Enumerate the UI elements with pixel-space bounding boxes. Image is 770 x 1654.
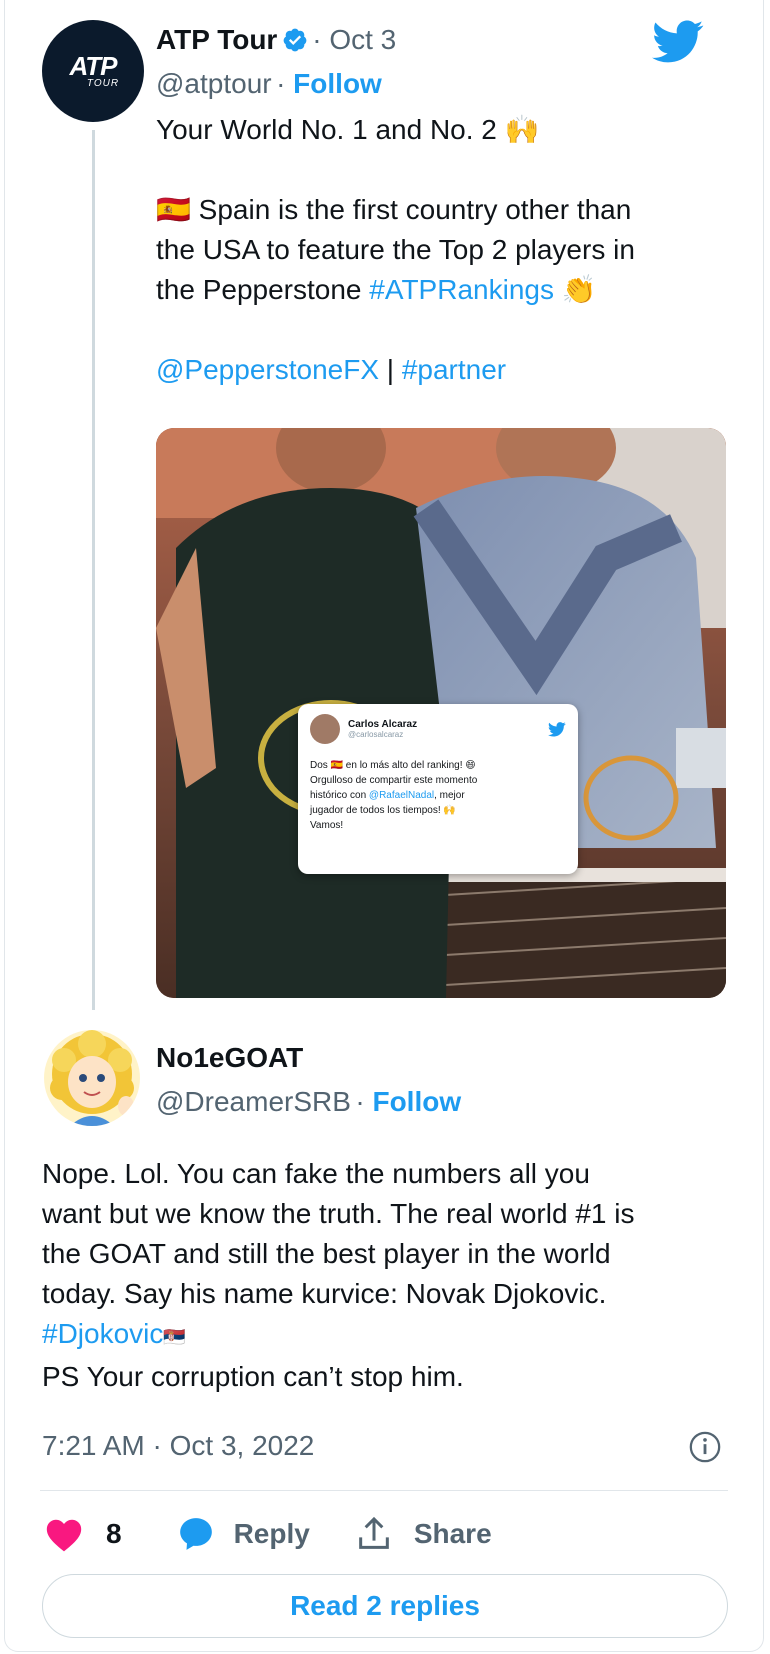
embedded-card-header: Carlos Alcaraz @carlosalcaraz <box>310 714 566 744</box>
follow-button[interactable]: Follow <box>293 68 382 99</box>
reply-bubble-icon[interactable] <box>176 1515 216 1553</box>
share-icon[interactable] <box>354 1514 394 1554</box>
reply-line: today. Say his name kurvice: Novak Djoko… <box>42 1278 607 1309</box>
tweet-header: ATP Tour · Oct 3 <box>156 24 397 55</box>
reply-hashtag-line: #Djokovic🇷🇸 <box>42 1318 186 1349</box>
divider <box>40 1490 728 1491</box>
reply-button[interactable]: Reply <box>234 1518 310 1550</box>
atp-logo-subtext: TOUR <box>86 77 120 89</box>
reply-follow-button[interactable]: Follow <box>372 1086 461 1117</box>
tweet-line-2: 🇪🇸 Spain is the first country other than <box>156 194 632 225</box>
read-replies-button[interactable]: Read 2 replies <box>42 1574 728 1638</box>
embedded-tweet-card[interactable]: Carlos Alcaraz @carlosalcaraz Dos 🇪🇸 en … <box>298 704 578 874</box>
share-button[interactable]: Share <box>414 1518 492 1550</box>
tweet-mentions: @PepperstoneFX | #partner <box>156 354 507 385</box>
tweet-body: Your World No. 1 and No. 2 🙌 🇪🇸 Spain is… <box>156 110 736 390</box>
like-count: 8 <box>106 1518 122 1549</box>
no1egoat-avatar[interactable] <box>44 1030 140 1126</box>
reply-line: the GOAT and still the best player in th… <box>42 1238 611 1269</box>
partner-hashtag-link[interactable]: #partner <box>402 354 506 385</box>
embedded-twitter-bird-icon <box>548 721 566 737</box>
embedded-author-name: Carlos Alcaraz <box>348 719 418 730</box>
reply-body: Nope. Lol. You can fake the numbers all … <box>42 1154 732 1397</box>
hashtag-link[interactable]: #ATPRankings <box>369 274 554 305</box>
embedded-card-text: Dos 🇪🇸 en lo más alto del ranking! 😄 Org… <box>310 760 478 831</box>
actions-row: 8 Reply Share <box>44 1510 604 1558</box>
tweet-line-1: Your World No. 1 and No. 2 🙌 <box>156 114 540 145</box>
reply-author-name[interactable]: No1eGOAT <box>156 1042 303 1074</box>
djokovic-hashtag-link[interactable]: #Djokovic <box>42 1318 163 1349</box>
atp-logo-text: ATP <box>69 50 117 81</box>
heart-icon[interactable] <box>44 1516 84 1552</box>
tweet-line-4: the Pepperstone #ATPRankings 👏 <box>156 274 597 305</box>
reply-handle-row: @DreamerSRB · Follow <box>156 1086 462 1117</box>
embedded-avatar <box>310 714 340 744</box>
atp-tour-avatar[interactable]: ATP TOUR <box>42 20 144 122</box>
tweet-handle-row: @atptour · Follow <box>156 68 382 99</box>
cartoon-avatar-image <box>50 1030 134 1126</box>
reply-ps-line: PS Your corruption can’t stop him. <box>42 1361 464 1392</box>
embedded-author-handle: @carlosalcaraz <box>348 730 404 739</box>
reply-line: want but we know the truth. The real wor… <box>42 1198 635 1229</box>
tweet-photo[interactable]: Carlos Alcaraz @carlosalcaraz Dos 🇪🇸 en … <box>156 428 726 998</box>
mention-link[interactable]: @PepperstoneFX <box>156 354 379 385</box>
twitter-bird-icon[interactable] <box>652 20 704 64</box>
read-replies-label: Read 2 replies <box>290 1590 480 1621</box>
info-icon[interactable] <box>688 1430 722 1464</box>
author-name[interactable]: ATP Tour <box>156 24 277 55</box>
tweet-line-3: the USA to feature the Top 2 players in <box>156 234 635 265</box>
author-handle[interactable]: @atptour <box>156 68 272 99</box>
reply-line: Nope. Lol. You can fake the numbers all … <box>42 1158 590 1189</box>
thread-connector-line <box>92 130 95 1010</box>
verified-badge-icon <box>283 28 307 52</box>
reply-author-handle[interactable]: @DreamerSRB <box>156 1086 351 1117</box>
reply-timestamp[interactable]: 7:21 AM · Oct 3, 2022 <box>42 1430 314 1462</box>
tweet-date[interactable]: Oct 3 <box>329 24 396 55</box>
